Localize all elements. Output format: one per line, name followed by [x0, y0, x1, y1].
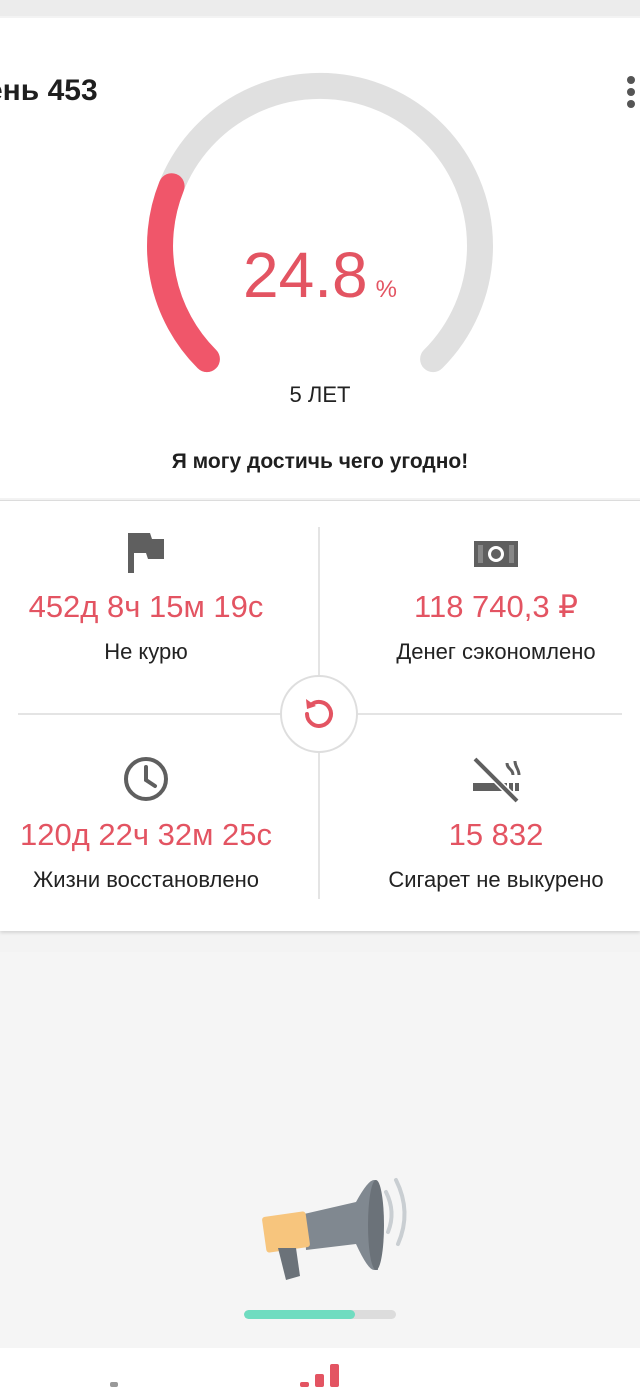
bottom-nav: [0, 1348, 640, 1387]
stats-card: 452д 8ч 15м 19с Не курю 118 740,3 ₽ Дене…: [0, 500, 640, 931]
gauge-percentage: 24.8%: [0, 238, 640, 312]
gauge-unit: %: [375, 276, 397, 303]
loading-progress-fill: [244, 1310, 355, 1319]
stat-value: 118 740,3 ₽: [414, 589, 578, 624]
stat-life-regained: 120д 22ч 32м 25с Жизни восстановлено: [0, 755, 306, 893]
stat-money-saved: 118 740,3 ₽ Денег сэкономлено: [336, 531, 640, 665]
stats-bars-icon[interactable]: [298, 1362, 342, 1387]
progress-card: ень 453 24.8% 5 ЛЕТ Я могу достичь чего …: [0, 18, 640, 498]
stat-label: Сигарет не выкурено: [388, 867, 604, 892]
flag-icon: [128, 533, 164, 573]
stat-label: Жизни восстановлено: [32, 867, 259, 892]
reset-button[interactable]: [280, 675, 358, 753]
clock-icon: [124, 757, 168, 801]
reset-icon: [305, 699, 333, 728]
stat-value: 452д 8ч 15м 19с: [28, 589, 264, 624]
app-screen: ень 453 24.8% 5 ЛЕТ Я могу достичь чего …: [0, 0, 640, 1387]
gauge-track: [147, 72, 493, 373]
stat-value: 15 832: [448, 817, 544, 852]
loading-progress: [244, 1310, 396, 1319]
status-strip: [0, 0, 640, 16]
megaphone-icon: [262, 1178, 407, 1280]
nav-item-indicator[interactable]: [110, 1382, 118, 1387]
stat-value: 120д 22ч 32м 25с: [19, 817, 273, 852]
stat-not-smoking: 452д 8ч 15м 19с Не курю: [0, 531, 306, 665]
money-icon: [474, 541, 518, 567]
stat-label: Не курю: [104, 639, 188, 664]
promo-area: [0, 952, 640, 1348]
gauge-value: 24.8: [243, 239, 368, 311]
gauge-goal-label: 5 ЛЕТ: [289, 382, 351, 407]
stat-label: Денег сэкономлено: [396, 639, 596, 664]
stat-cigarettes-not-smoked: 15 832 Сигарет не выкурено: [336, 755, 640, 893]
no-smoking-icon: [472, 756, 521, 803]
motivation-text: Я могу достичь чего угодно!: [171, 450, 469, 473]
